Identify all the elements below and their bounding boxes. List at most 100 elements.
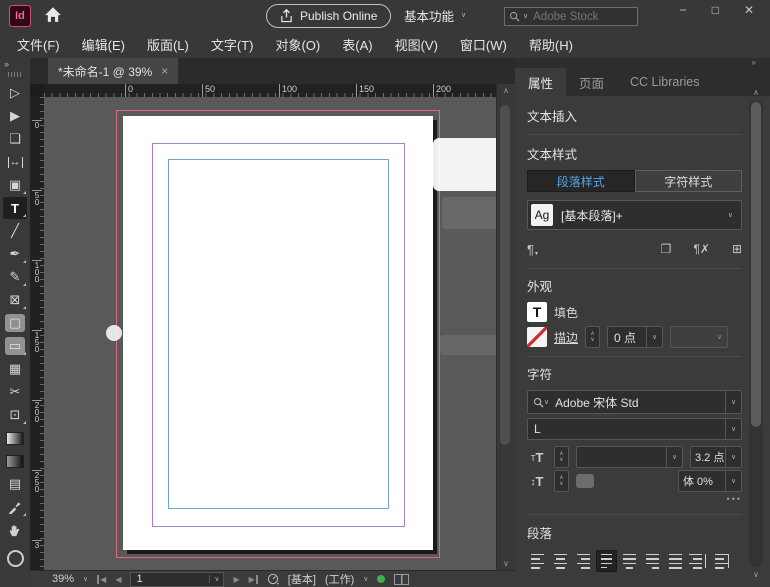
pasteboard[interactable]	[44, 97, 497, 570]
page-list-chevron-icon[interactable]: ∨	[209, 575, 223, 583]
chevron-down-icon[interactable]: ∨	[712, 327, 727, 347]
stepper-down-icon[interactable]: ∨	[590, 337, 594, 343]
menu-item-5[interactable]: 表(A)	[331, 35, 383, 54]
scrollbar-thumb[interactable]	[751, 102, 761, 427]
stepper-down-icon[interactable]: ∨	[559, 457, 563, 463]
tab-cc-libraries[interactable]: CC Libraries	[617, 68, 712, 96]
character-styles-tab[interactable]: 字符样式	[635, 170, 743, 192]
stroke-weight-stepper[interactable]: ∧ ∨	[585, 326, 600, 348]
align-left-button[interactable]	[527, 550, 548, 572]
direct-selection-tool[interactable]: ▷	[3, 82, 27, 104]
justify-last-right-button[interactable]	[642, 550, 663, 572]
hand-tool[interactable]	[3, 519, 27, 541]
redefine-style-icon[interactable]: ¶✗	[693, 242, 710, 256]
panel-scrollbar[interactable]: ∧ ∨	[748, 88, 764, 579]
document-tab[interactable]: *未命名-1 @ 39% ×	[48, 58, 178, 84]
panel-collapse-icon[interactable]: »	[752, 58, 756, 67]
zoom-tool[interactable]	[3, 542, 27, 564]
preflight-preset[interactable]: [基本]	[288, 571, 316, 587]
chevron-down-icon[interactable]: ∨	[725, 471, 741, 491]
justify-last-center-button[interactable]	[619, 550, 640, 572]
load-styles-icon[interactable]: ❐	[661, 242, 672, 256]
minimize-button[interactable]: −	[680, 3, 687, 17]
menu-item-4[interactable]: 对象(O)	[264, 35, 331, 54]
content-collector-tool[interactable]: ▣	[3, 174, 27, 196]
canvas-scrollbar[interactable]: ∧ ∨	[496, 84, 515, 570]
gradient-feather-tool[interactable]	[3, 450, 27, 472]
paragraph-styles-tab[interactable]: 段落样式	[527, 170, 635, 192]
new-style-icon[interactable]: ⊞	[732, 242, 742, 256]
search-input[interactable]	[531, 10, 619, 24]
font-style-dropdown[interactable]: L ∨	[527, 418, 742, 440]
search-scope-chevron-icon[interactable]: ∨	[523, 13, 528, 20]
more-options-icon[interactable]: •••	[527, 494, 742, 504]
chevron-down-icon[interactable]: ∨	[725, 419, 741, 439]
paragraph-style-dropdown[interactable]: Ag [基本段落]+ ∨	[527, 200, 742, 230]
first-page-button[interactable]: ◀	[97, 575, 106, 584]
menu-item-8[interactable]: 帮助(H)	[518, 35, 584, 54]
chevron-down-icon[interactable]: ∨	[725, 391, 741, 413]
scroll-down-icon[interactable]: ∨	[748, 570, 764, 579]
stroke-link[interactable]: 描边	[554, 329, 578, 346]
stroke-weight-dropdown[interactable]: 0 点 ∨	[607, 326, 663, 348]
gradient-swatch-tool[interactable]	[3, 427, 27, 449]
stroke-swatch[interactable]	[527, 327, 547, 347]
home-icon[interactable]	[44, 6, 64, 24]
pen-tool[interactable]: ✒	[3, 243, 27, 265]
page-tool[interactable]: ❏	[3, 128, 27, 150]
line-tool[interactable]: ╱	[3, 220, 27, 242]
menu-item-2[interactable]: 版面(L)	[136, 35, 200, 54]
ruler-origin-box[interactable]	[30, 84, 45, 98]
maximize-button[interactable]: □	[712, 3, 719, 17]
menu-item-1[interactable]: 编辑(E)	[71, 35, 136, 54]
tools-grip-handle[interactable]	[8, 72, 22, 77]
justify-last-left-button[interactable]	[596, 550, 617, 572]
vertical-ruler[interactable]: 05 01 0 01 5 02 0 02 5 03	[30, 97, 44, 570]
frame-tool[interactable]: ⊠	[3, 289, 27, 311]
horizontal-ruler[interactable]: 050100150200	[44, 84, 497, 97]
type-tool[interactable]: T	[3, 197, 27, 219]
scissors-tool[interactable]: ✂	[3, 381, 27, 403]
last-page-button[interactable]: ▶	[249, 575, 258, 584]
zoom-level[interactable]: 39%	[52, 573, 74, 585]
fill-swatch[interactable]: T	[527, 302, 547, 322]
vertical-grid-tool[interactable]: ▦	[3, 358, 27, 380]
tools-expand-button[interactable]: »	[0, 58, 9, 71]
spread-view-icon[interactable]	[394, 574, 409, 585]
align-right-button[interactable]	[573, 550, 594, 572]
scroll-down-icon[interactable]: ∨	[497, 559, 515, 568]
scroll-up-icon[interactable]: ∧	[748, 88, 764, 97]
tab-properties[interactable]: 属性	[515, 68, 566, 96]
page-number-input[interactable]	[131, 572, 209, 586]
text-frame[interactable]	[168, 159, 389, 509]
gap-tool[interactable]: ↔	[3, 151, 27, 173]
tab-pages[interactable]: 页面	[566, 68, 617, 96]
font-size-dropdown[interactable]: ∨	[576, 446, 683, 468]
publish-online-button[interactable]: Publish Online	[266, 4, 391, 28]
page-number-field[interactable]: ∨	[130, 572, 224, 587]
selection-tool[interactable]: ▶	[3, 105, 27, 127]
align-away-spine-button[interactable]	[711, 550, 732, 572]
chevron-down-icon[interactable]: ∨	[725, 447, 741, 467]
align-center-button[interactable]	[550, 550, 571, 572]
font-family-dropdown[interactable]: ∨ Adobe 宋体 Std ∨	[527, 390, 742, 414]
stepper-down-icon[interactable]: ∨	[559, 481, 563, 487]
menu-item-6[interactable]: 视图(V)	[384, 35, 449, 54]
zoom-chevron-icon[interactable]: ∨	[83, 576, 88, 583]
pencil-tool[interactable]: ✎	[3, 266, 27, 288]
note-tool[interactable]: ▤	[3, 473, 27, 495]
menu-item-7[interactable]: 窗口(W)	[449, 35, 518, 54]
chevron-down-icon[interactable]: ∨	[666, 447, 682, 467]
preflight-icon[interactable]	[267, 573, 279, 585]
close-icon[interactable]: ×	[161, 64, 168, 78]
paragraph-options-button[interactable]: ¶ ▾	[527, 242, 538, 257]
menu-item-0[interactable]: 文件(F)	[6, 35, 71, 54]
menu-item-3[interactable]: 文字(T)	[200, 35, 265, 54]
stroke-type-dropdown[interactable]: ∨	[670, 326, 728, 348]
rectangle-tool[interactable]: ▭	[3, 335, 27, 357]
leading-dropdown[interactable]: 体 0% ∨	[678, 470, 742, 492]
font-size-stepper[interactable]: ∧ ∨	[554, 446, 569, 468]
scrollbar-thumb[interactable]	[500, 105, 510, 445]
previous-page-button[interactable]: ◀	[115, 575, 121, 584]
free-transform-tool[interactable]: ⊡	[3, 404, 27, 426]
